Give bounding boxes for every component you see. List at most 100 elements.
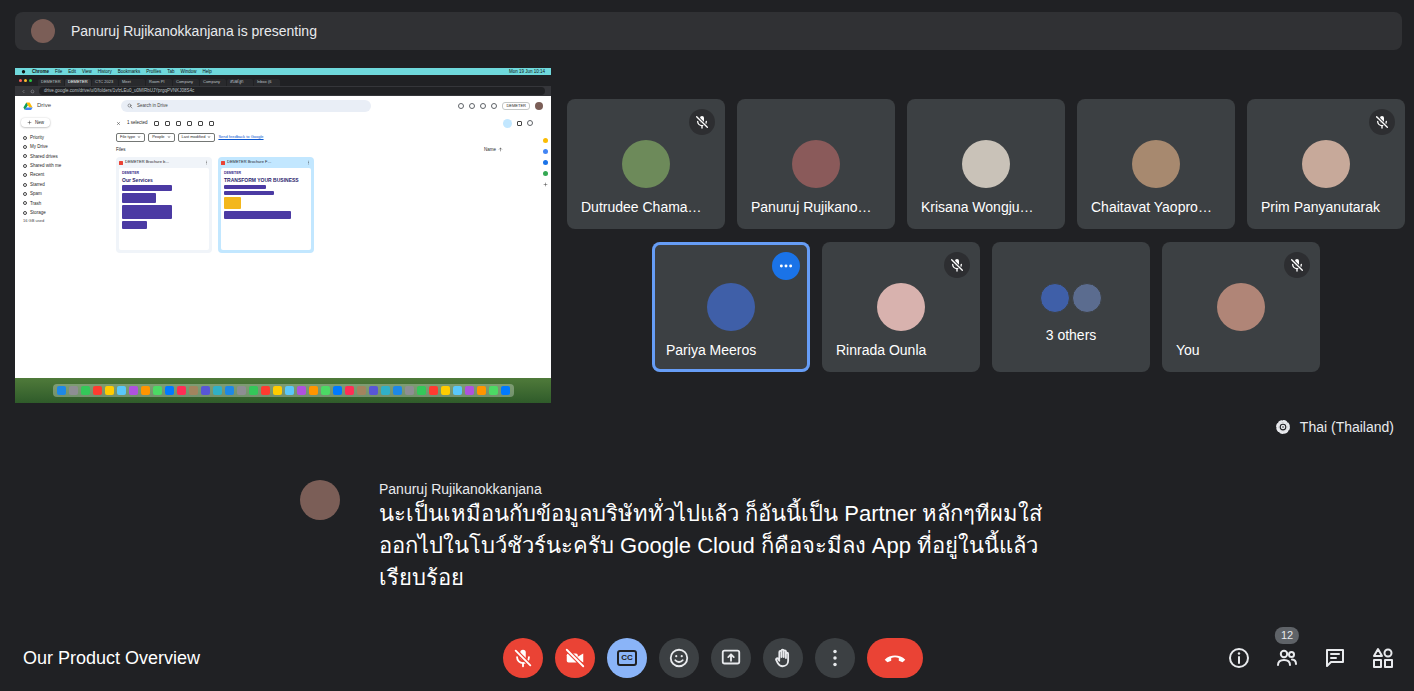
camera-button[interactable] bbox=[555, 638, 595, 678]
file-card[interactable]: DEMETER Brochure b…DEMETEROur Services bbox=[116, 157, 212, 253]
dock-app-icon[interactable] bbox=[393, 386, 402, 395]
drive-search[interactable]: Search in Drive bbox=[121, 100, 371, 112]
browser-tab[interactable]: Company bbox=[200, 79, 226, 86]
add-icon[interactable] bbox=[543, 182, 548, 187]
dock-app-icon[interactable] bbox=[177, 386, 186, 395]
activities-button[interactable] bbox=[1363, 638, 1403, 678]
sidebar-item[interactable]: My Drive bbox=[21, 144, 104, 150]
action-icon[interactable] bbox=[165, 121, 170, 126]
participant-tile[interactable]: Panuruj Rujikano… bbox=[737, 99, 895, 229]
dock-app-icon[interactable] bbox=[93, 386, 102, 395]
participant-tile[interactable]: Dutrudee Chama… bbox=[567, 99, 725, 229]
dock-app-icon[interactable] bbox=[129, 386, 138, 395]
settings-icon[interactable] bbox=[480, 103, 486, 109]
caption-language[interactable]: Thai (Thailand) bbox=[0, 415, 1414, 439]
dock-app-icon[interactable] bbox=[285, 386, 294, 395]
participant-tile[interactable]: 3 others bbox=[992, 242, 1150, 372]
dock-app-icon[interactable] bbox=[309, 386, 318, 395]
file-card[interactable]: DEMETER Brochure F…DEMETERTRANSFORM YOUR… bbox=[218, 157, 314, 253]
side-app-icon[interactable] bbox=[543, 160, 548, 165]
dock-app-icon[interactable] bbox=[441, 386, 450, 395]
window-button[interactable] bbox=[29, 79, 32, 82]
dock-app-icon[interactable] bbox=[501, 386, 510, 395]
dock-app-icon[interactable] bbox=[297, 386, 306, 395]
dock-app-icon[interactable] bbox=[477, 386, 486, 395]
menu-item[interactable]: View bbox=[82, 69, 92, 74]
more-button[interactable] bbox=[815, 638, 855, 678]
status-icon[interactable] bbox=[458, 103, 464, 109]
action-icon[interactable] bbox=[198, 121, 203, 126]
more-icon[interactable] bbox=[306, 160, 311, 165]
action-icon[interactable] bbox=[176, 121, 181, 126]
menu-item[interactable]: Chrome bbox=[32, 69, 49, 74]
account-chip[interactable]: DEMETER bbox=[502, 102, 530, 111]
side-app-icon[interactable] bbox=[543, 171, 548, 176]
side-app-icon[interactable] bbox=[543, 149, 548, 154]
sidebar-item[interactable]: Shared drives bbox=[21, 153, 104, 159]
menu-item[interactable]: File bbox=[55, 69, 62, 74]
menu-item[interactable]: History bbox=[98, 69, 112, 74]
browser-tab[interactable]: Room Pl bbox=[146, 79, 172, 86]
captions-button[interactable]: CC bbox=[607, 638, 647, 678]
emoji-button[interactable] bbox=[659, 638, 699, 678]
dock-app-icon[interactable] bbox=[357, 386, 366, 395]
sidebar-item[interactable]: Recent bbox=[21, 172, 104, 178]
dock-app-icon[interactable] bbox=[117, 386, 126, 395]
dock-app-icon[interactable] bbox=[453, 386, 462, 395]
details-icon[interactable] bbox=[527, 120, 533, 126]
tile-options-button[interactable] bbox=[772, 252, 800, 280]
sort-control[interactable]: Name bbox=[484, 147, 503, 152]
menu-item[interactable]: Window bbox=[181, 69, 197, 74]
dock-app-icon[interactable] bbox=[225, 386, 234, 395]
dock-app-icon[interactable] bbox=[153, 386, 162, 395]
browser-tab[interactable]: CTC 2023 bbox=[92, 79, 118, 86]
dock-app-icon[interactable] bbox=[417, 386, 426, 395]
apple-icon[interactable] bbox=[21, 69, 26, 74]
dock-app-icon[interactable] bbox=[81, 386, 90, 395]
participant-tile[interactable]: Krisana Wongju… bbox=[907, 99, 1065, 229]
participant-tile[interactable]: You bbox=[1162, 242, 1320, 372]
window-button[interactable] bbox=[19, 79, 22, 82]
dock-app-icon[interactable] bbox=[201, 386, 210, 395]
menu-item[interactable]: Bookmarks bbox=[118, 69, 141, 74]
dock-app-icon[interactable] bbox=[405, 386, 414, 395]
browser-tab[interactable]: Meet bbox=[119, 79, 145, 86]
browser-tab[interactable]: DEMETER bbox=[38, 79, 64, 86]
dock-app-icon[interactable] bbox=[105, 386, 114, 395]
dock-app-icon[interactable] bbox=[369, 386, 378, 395]
menu-item[interactable]: Edit bbox=[68, 69, 76, 74]
side-app-icon[interactable] bbox=[543, 138, 548, 143]
dock-app-icon[interactable] bbox=[237, 386, 246, 395]
action-icon[interactable] bbox=[154, 121, 159, 126]
new-button[interactable]: New bbox=[21, 118, 50, 127]
sidebar-item[interactable]: Shared with me bbox=[21, 163, 104, 169]
dock-app-icon[interactable] bbox=[165, 386, 174, 395]
participant-tile[interactable]: Rinrada Ounla bbox=[822, 242, 980, 372]
dock-app-icon[interactable] bbox=[141, 386, 150, 395]
dock-app-icon[interactable] bbox=[345, 386, 354, 395]
sidebar-item[interactable]: Priority bbox=[21, 134, 104, 140]
browser-tab[interactable]: Inbox (6 bbox=[254, 79, 280, 86]
dock-app-icon[interactable] bbox=[273, 386, 282, 395]
url-field[interactable]: drive.google.com/drive/u/0/folders/1vfzL… bbox=[39, 87, 545, 94]
hand-button[interactable] bbox=[763, 638, 803, 678]
grid-view-icon[interactable] bbox=[517, 121, 522, 126]
participant-tile[interactable]: Prim Panyanutarak bbox=[1247, 99, 1405, 229]
browser-tab[interactable]: สไลด์ลูก bbox=[227, 79, 253, 86]
dock-app-icon[interactable] bbox=[249, 386, 258, 395]
action-icon[interactable] bbox=[209, 121, 214, 126]
browser-tab[interactable]: Company bbox=[173, 79, 199, 86]
chat-button[interactable] bbox=[1315, 638, 1355, 678]
dock-app-icon[interactable] bbox=[429, 386, 438, 395]
dock-app-icon[interactable] bbox=[57, 386, 66, 395]
filter-icon[interactable] bbox=[503, 119, 512, 128]
dock-app-icon[interactable] bbox=[261, 386, 270, 395]
browser-tab[interactable]: DEMETER bbox=[65, 79, 91, 86]
participant-tile[interactable]: Pariya Meeros bbox=[652, 242, 810, 372]
participant-tile[interactable]: Chaitavat Yaopro… bbox=[1077, 99, 1235, 229]
dock-app-icon[interactable] bbox=[381, 386, 390, 395]
close-icon[interactable] bbox=[116, 121, 121, 126]
mic-button[interactable] bbox=[503, 638, 543, 678]
present-button[interactable] bbox=[711, 638, 751, 678]
back-icon[interactable] bbox=[21, 89, 26, 94]
